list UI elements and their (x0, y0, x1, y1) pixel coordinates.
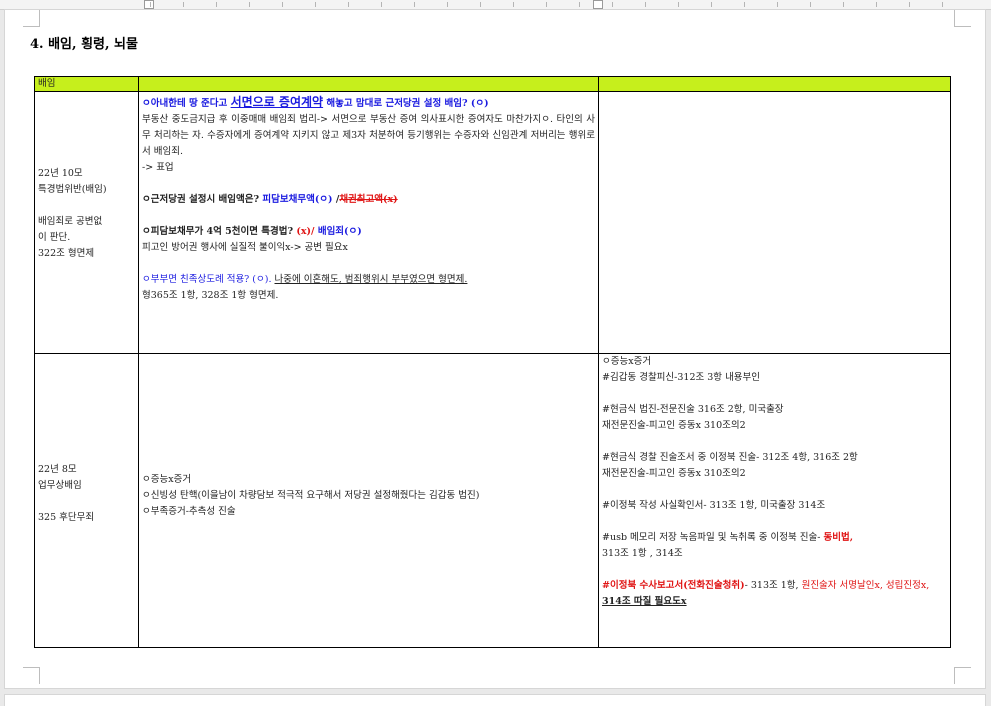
ruler-tick (843, 2, 844, 7)
issue-cell[interactable]: ㅇ아내한테 땅 준다고 서면으로 증여계약 해놓고 맘대로 근저당권 설정 배임… (138, 91, 599, 354)
left-indent-marker[interactable] (144, 0, 154, 9)
explanation-4: 형365조 1항, 328조 1항 형면제. (142, 290, 279, 301)
margin-corner-top-left (23, 10, 40, 27)
evidence-cell[interactable]: ㅇ증능x증거 #김갑동 경찰피신-312조 3항 내용부인 #현금식 법진-전문… (598, 353, 951, 648)
case-charge: 업무상배임 (38, 480, 82, 491)
ruler-tick (876, 2, 877, 7)
margin-corner-bottom-left (23, 667, 40, 684)
question-1: ㅇ아내한테 땅 준다고 서면으로 증여계약 해놓고 맘대로 근저당권 설정 배임… (142, 95, 489, 109)
evidence-line-6: 재전문진술-피고인 증동x 310조의2 (602, 468, 746, 479)
ruler-tick (612, 2, 613, 7)
ruler-tick (678, 2, 679, 7)
case-judgment: 배임죄로 공변없 (38, 216, 103, 227)
case-label-cell[interactable]: 22년 10모 특경법위반(배임) 배임죄로 공변없 이 판단. 322조 형면… (34, 91, 139, 354)
case-label-cell[interactable]: 22년 8모 업무상배임 325 후단무죄 (34, 353, 139, 648)
table-row: 22년 8모 업무상배임 325 후단무죄 ㅇ증능x증거 ㅇ신빙성 탄핵(이을남… (34, 353, 951, 648)
case-result: 325 후단무죄 (38, 512, 95, 523)
issue-line-1: ㅇ증능x증거 (142, 474, 192, 485)
evidence-line-2: #김갑동 경찰피신-312조 3항 내용부인 (602, 372, 761, 383)
ruler-tick (447, 2, 448, 7)
header-cell-evidence[interactable] (598, 76, 951, 92)
ruler-tick (777, 2, 778, 7)
question-3: ㅇ피담보채무가 4억 5천이면 특경법? (x)/ 배임죄(ㅇ) (142, 226, 362, 237)
margin-corner-bottom-right (954, 667, 971, 684)
case-judgment-cont: 이 판단. (38, 232, 71, 243)
next-page-edge (4, 694, 986, 706)
ruler-tick (645, 2, 646, 7)
ruler-tick (183, 2, 184, 7)
evidence-cell-empty[interactable] (598, 91, 951, 354)
ruler-tick (282, 2, 283, 7)
header-cell-content[interactable] (138, 76, 599, 92)
ruler-tick (810, 2, 811, 7)
table-header-row: 배임 (34, 76, 951, 92)
explanation-3: 피고인 방어권 행사에 실질적 불이익x-> 공변 필요x (142, 242, 348, 253)
ruler-tick (414, 2, 415, 7)
ruler-tick (546, 2, 547, 7)
issue-cell[interactable]: ㅇ증능x증거 ㅇ신빙성 탄핵(이을남이 차량담보 적극적 요구해서 저당권 설정… (138, 353, 599, 648)
question-2: ㅇ근저당권 설정시 배임액은? 피담보채무액(ㅇ) /채권최고액(x) (142, 194, 398, 205)
evidence-line-1: ㅇ증능x증거 (602, 356, 652, 367)
case-exam: 22년 8모 (38, 464, 77, 475)
issue-line-3: ㅇ부족증거-추측성 진술 (142, 506, 236, 517)
evidence-line-10: #이정북 수사보고서(전화진술청취)- 313조 1항, 원진술자 서명날인x,… (602, 580, 930, 607)
evidence-line-4: 재전문진술-피고인 증동x 310조의2 (602, 420, 746, 431)
evidence-line-9: 313조 1항 , 314조 (602, 548, 683, 559)
ruler-tick (381, 2, 382, 7)
ruler-tick (216, 2, 217, 7)
margin-corner-top-right (954, 10, 971, 27)
conclusion-1: -> 표업 (142, 162, 174, 173)
evidence-line-8: #usb 메모리 저장 녹음파일 및 녹취록 중 이정북 진술- 동비법, (602, 532, 854, 543)
case-charge: 특경법위반(배임) (38, 184, 107, 195)
header-cell-category[interactable]: 배임 (34, 76, 139, 92)
content-table: 배임 22년 10모 특경법위반(배임) 배임죄로 공변없 이 판단. 322조… (34, 76, 951, 648)
ruler-tick (579, 2, 580, 7)
ruler-tick (744, 2, 745, 7)
ruler-tick (711, 2, 712, 7)
section-heading: 4. 배임, 횡령, 뇌물 (30, 37, 138, 52)
issue-line-2: ㅇ신빙성 탄핵(이을남이 차량담보 적극적 요구해서 저당권 설정해줬다는 김갑… (142, 490, 480, 501)
ruler-tick (480, 2, 481, 7)
ruler-tick (249, 2, 250, 7)
case-exam: 22년 10모 (38, 168, 83, 179)
question-4: ㅇ부부면 친족상도례 적용? (ㅇ). 나중에 이혼해도, 범죄행위시 부부였으… (142, 274, 468, 285)
ruler-tick (348, 2, 349, 7)
explanation-1: 부동산 중도금지급 후 이중매매 배임죄 법리-> 서면으로 부동산 증여 의사… (142, 114, 595, 157)
evidence-line-7: #이정북 작성 사실확인서- 313조 1항, 미국출장 314조 (602, 500, 826, 511)
evidence-line-5: #현금식 경찰 진술조서 중 이정북 진술- 312조 4항, 316조 2항 (602, 452, 858, 463)
table-row: 22년 10모 특경법위반(배임) 배임죄로 공변없 이 판단. 322조 형면… (34, 91, 951, 354)
case-result: 322조 형면제 (38, 248, 95, 259)
ruler-tick (942, 2, 943, 7)
evidence-line-3: #현금식 법진-전문진술 316조 2항, 미국출장 (602, 404, 784, 415)
ruler-tick (150, 2, 151, 7)
ruler-tick (909, 2, 910, 7)
ruler-tick (315, 2, 316, 7)
right-indent-marker[interactable] (593, 0, 603, 9)
ruler-tick (513, 2, 514, 7)
